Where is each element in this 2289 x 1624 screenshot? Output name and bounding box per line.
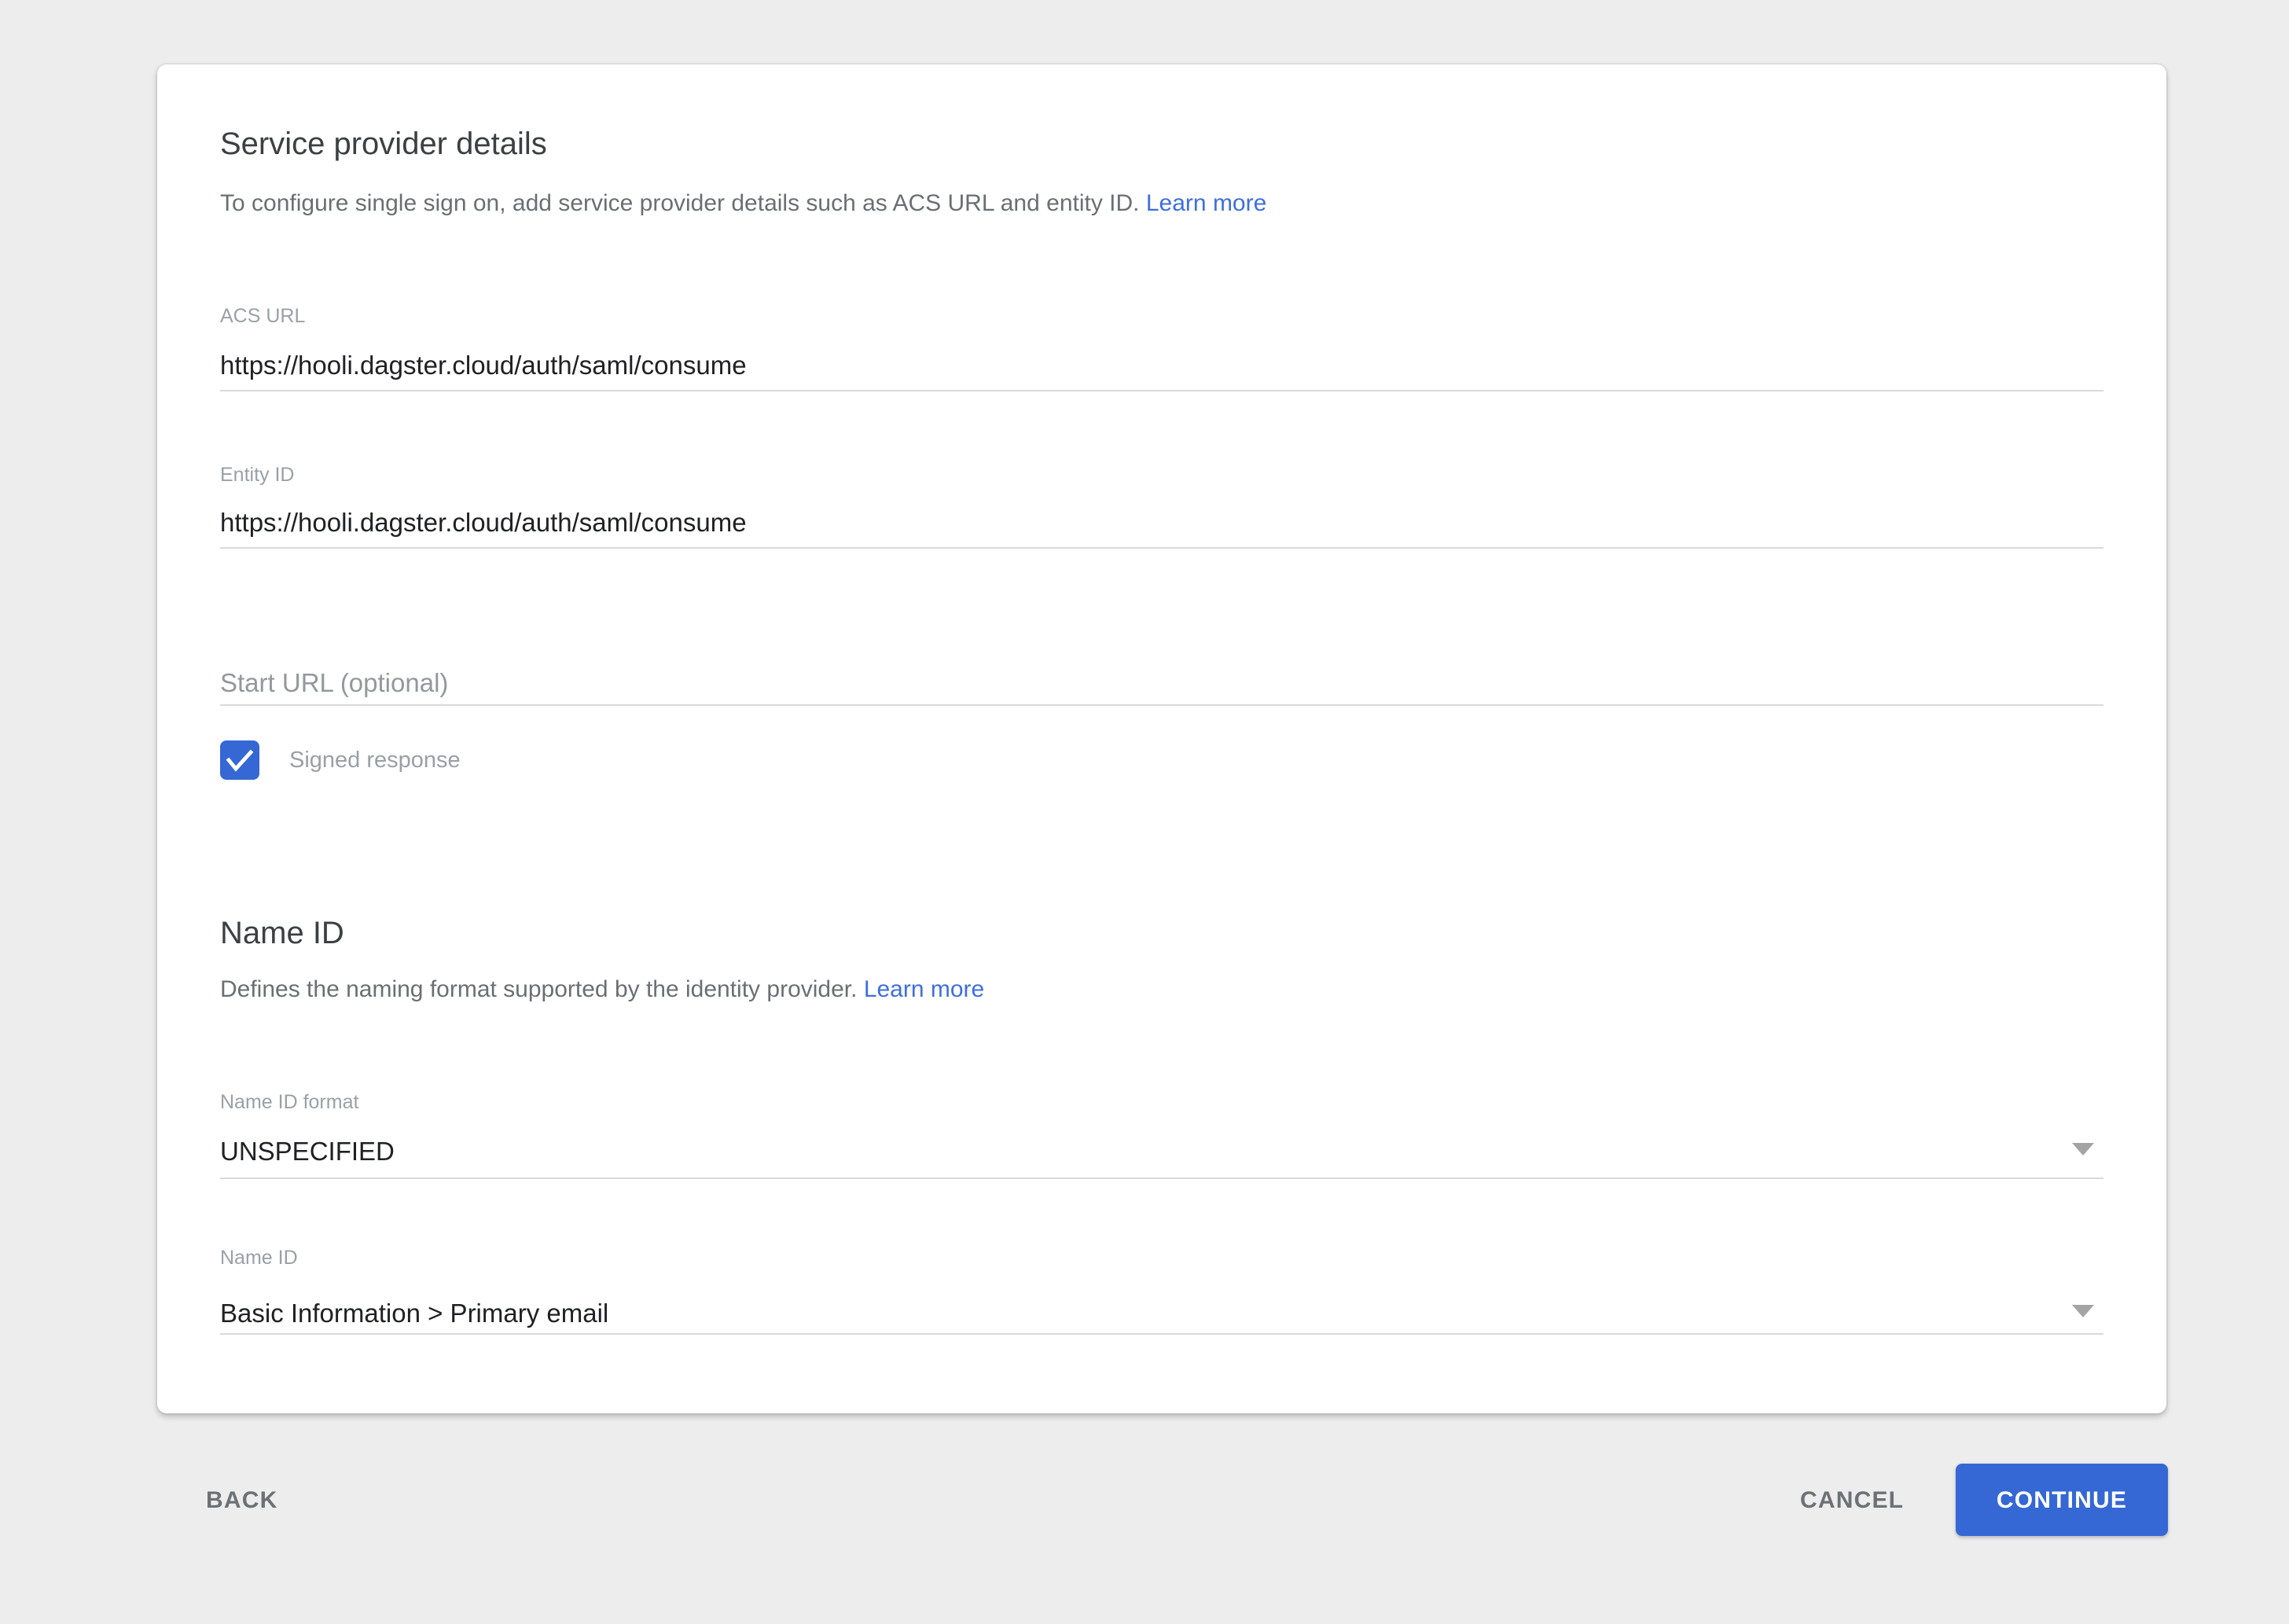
name-id-label: Name ID bbox=[220, 1247, 298, 1270]
name-id-underline bbox=[220, 1333, 2103, 1335]
continue-button[interactable]: CONTINUE bbox=[1956, 1464, 2168, 1536]
signed-response-label: Signed response bbox=[289, 747, 461, 775]
entity-id-input[interactable]: https://hooli.dagster.cloud/auth/saml/co… bbox=[220, 508, 747, 539]
entity-id-underline bbox=[220, 547, 2103, 549]
section-description-text: To configure single sign on, add service… bbox=[220, 190, 1140, 217]
page: Service provider details To configure si… bbox=[0, 0, 2289, 1624]
acs-url-underline bbox=[220, 390, 2103, 391]
service-provider-details-card: Service provider details To configure si… bbox=[157, 64, 2166, 1413]
entity-id-label: Entity ID bbox=[220, 464, 295, 487]
name-id-format-label: Name ID format bbox=[220, 1091, 358, 1115]
back-button[interactable]: BACK bbox=[184, 1475, 299, 1527]
start-url-underline bbox=[220, 704, 2103, 706]
section-description: To configure single sign on, add service… bbox=[220, 189, 1266, 220]
start-url-input[interactable]: Start URL (optional) bbox=[220, 668, 448, 700]
name-id-format-underline bbox=[220, 1178, 2103, 1179]
name-id-learn-more-link[interactable]: Learn more bbox=[864, 976, 984, 1003]
dropdown-arrow-icon[interactable] bbox=[2072, 1143, 2094, 1156]
signed-response-checkbox[interactable] bbox=[220, 740, 259, 780]
checkmark-icon bbox=[220, 740, 259, 780]
cancel-button[interactable]: CANCEL bbox=[1778, 1475, 1926, 1527]
name-id-section-description-text: Defines the naming format supported by t… bbox=[220, 976, 857, 1003]
acs-url-label: ACS URL bbox=[220, 305, 305, 329]
learn-more-link[interactable]: Learn more bbox=[1146, 190, 1266, 217]
name-id-format-select[interactable]: UNSPECIFIED bbox=[220, 1137, 395, 1168]
name-id-section-description: Defines the naming format supported by t… bbox=[220, 975, 984, 1006]
page-title: Service provider details bbox=[220, 126, 547, 164]
dropdown-arrow-icon[interactable] bbox=[2072, 1305, 2094, 1317]
acs-url-input[interactable]: https://hooli.dagster.cloud/auth/saml/co… bbox=[220, 351, 747, 382]
name-id-section-title: Name ID bbox=[220, 915, 344, 953]
name-id-select[interactable]: Basic Information > Primary email bbox=[220, 1299, 608, 1330]
